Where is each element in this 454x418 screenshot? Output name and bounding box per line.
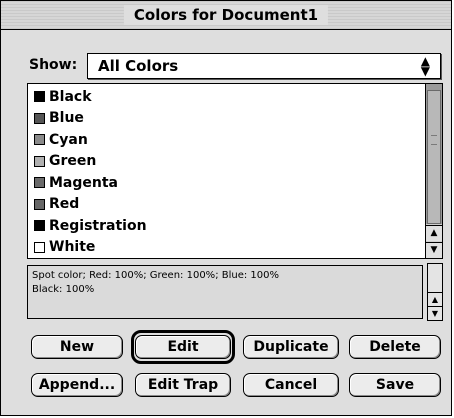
color-name: Green (49, 153, 97, 170)
color-list-items: Black Blue Cyan Green Magenta Red Registration… (28, 86, 426, 258)
show-label: Show: (29, 57, 78, 73)
color-list[interactable]: Black Blue Cyan Green Magenta Red Registration… (27, 83, 443, 259)
updown-arrows-icon: ▲ ▼ (420, 54, 430, 78)
color-list-item[interactable]: Green (28, 151, 426, 173)
color-name: Cyan (49, 131, 88, 148)
color-list-item[interactable]: Black (28, 86, 426, 108)
color-list-item[interactable]: Blue (28, 108, 426, 130)
color-swatch-icon (34, 112, 45, 124)
title-bar[interactable]: Colors for Document1 (1, 1, 451, 30)
new-button[interactable]: New (31, 335, 123, 359)
color-list-item[interactable]: Red (28, 194, 426, 216)
color-name: Red (49, 196, 80, 213)
description-line-1: Spot color; Red: 100%; Green: 100%; Blue… (32, 270, 280, 281)
scrollbar-thumb[interactable] (427, 90, 441, 224)
description-line-2: Black: 100% (32, 284, 95, 295)
color-swatch-icon (34, 220, 45, 232)
color-list-item[interactable]: Registration (28, 215, 426, 237)
color-name: Magenta (49, 174, 119, 191)
window-title: Colors for Document1 (123, 5, 329, 25)
description-scrollbar[interactable]: ▲ ▼ (427, 263, 443, 321)
scrollbar-grip-icon (431, 135, 437, 145)
color-swatch-icon (34, 155, 45, 167)
color-list-scrollbar[interactable]: ▲ ▼ (425, 84, 442, 258)
show-dropdown[interactable]: All Colors ▲ ▼ (87, 53, 441, 79)
show-dropdown-value: All Colors (98, 57, 179, 75)
desc-scroll-up-arrow-icon[interactable]: ▲ (428, 292, 442, 306)
delete-button[interactable]: Delete (349, 335, 441, 359)
desc-scroll-down-arrow-icon[interactable]: ▼ (428, 306, 442, 320)
append-button[interactable]: Append... (31, 373, 123, 397)
color-name: Black (49, 88, 92, 105)
cancel-button[interactable]: Cancel (243, 373, 339, 397)
scrollbar-track[interactable] (426, 84, 442, 224)
color-swatch-icon (34, 241, 45, 253)
color-name: Blue (49, 110, 84, 127)
color-swatch-icon (34, 198, 45, 210)
save-button[interactable]: Save (349, 373, 441, 397)
color-swatch-icon (34, 134, 45, 146)
color-list-item[interactable]: White (28, 237, 426, 259)
edit-button[interactable]: Edit (135, 335, 231, 359)
color-description: Spot color; Red: 100%; Green: 100%; Blue… (27, 265, 423, 319)
scroll-down-arrow-icon[interactable]: ▼ (426, 242, 442, 258)
duplicate-button[interactable]: Duplicate (243, 335, 339, 359)
color-list-item[interactable]: Magenta (28, 172, 426, 194)
color-swatch-icon (34, 91, 45, 103)
color-name: White (49, 239, 96, 256)
color-swatch-icon (34, 177, 45, 189)
edit-trap-button[interactable]: Edit Trap (135, 373, 231, 397)
color-name: Registration (49, 217, 147, 234)
scroll-up-arrow-icon[interactable]: ▲ (426, 225, 442, 241)
color-list-item[interactable]: Cyan (28, 129, 426, 151)
colors-dialog: Colors for Document1 Show: All Colors ▲ ▼… (0, 0, 452, 416)
